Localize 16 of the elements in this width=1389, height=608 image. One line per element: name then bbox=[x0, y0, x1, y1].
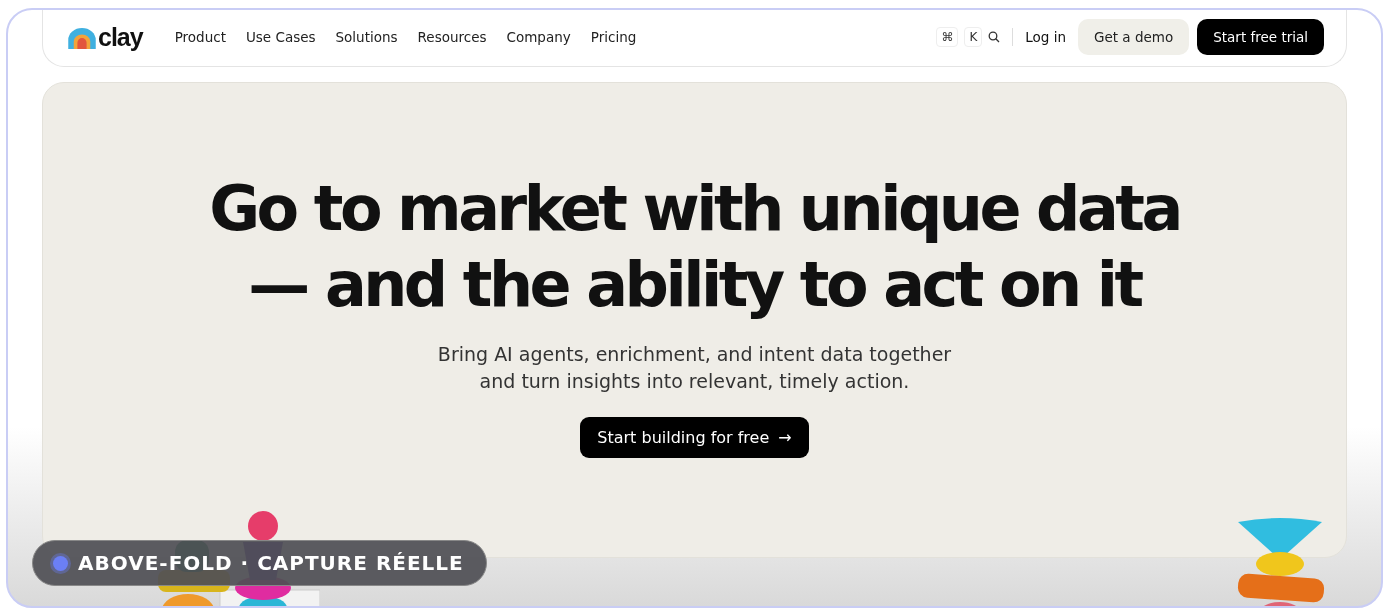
hero-headline: Go to market with unique data — and the ability to act on it bbox=[209, 171, 1180, 323]
keyboard-key: ⌘ bbox=[936, 27, 959, 47]
login-link[interactable]: Log in bbox=[1025, 29, 1066, 45]
nav-link[interactable]: Company bbox=[506, 29, 571, 45]
nav-link[interactable]: Pricing bbox=[590, 29, 637, 45]
start-trial-button[interactable]: Start free trial bbox=[1197, 19, 1324, 55]
nav-link[interactable]: Product bbox=[174, 29, 226, 45]
hero-subtitle: Bring AI agents, enrichment, and intent data together and turn insights into relevant, timely action. bbox=[437, 342, 952, 394]
get-demo-button[interactable]: Get a demo bbox=[1078, 19, 1190, 55]
keyboard-key: K bbox=[964, 27, 983, 47]
start-building-button[interactable]: Start building for free → bbox=[580, 417, 809, 458]
logo-wordmark[interactable]: clay bbox=[98, 24, 143, 50]
badge-label: ABOVE-FOLD · CAPTURE RÉELLE bbox=[78, 551, 464, 575]
nav-link[interactable]: Solutions bbox=[335, 29, 398, 45]
nav-link[interactable]: Use Cases bbox=[245, 29, 316, 45]
nav-link[interactable]: Resources bbox=[417, 29, 487, 45]
